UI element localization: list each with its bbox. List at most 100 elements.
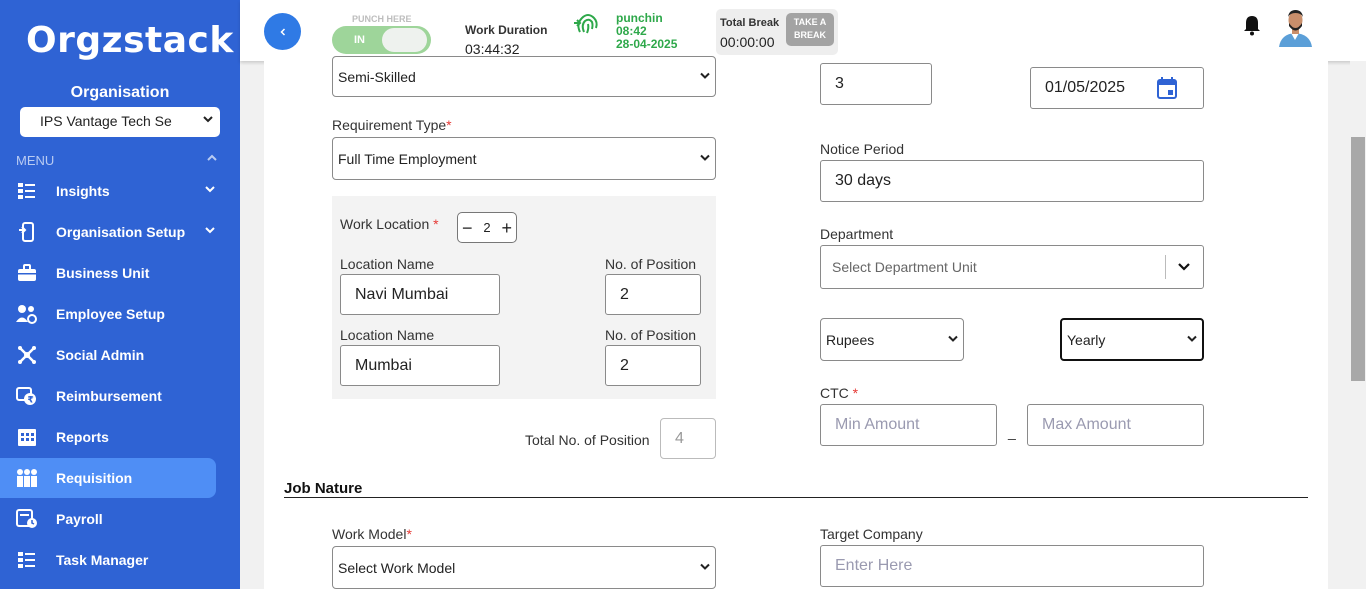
social-admin-icon (16, 344, 38, 366)
positions-input[interactable]: 2 (605, 345, 701, 386)
department-select[interactable]: Select Department Unit (820, 245, 1204, 289)
required-marker: * (852, 385, 859, 401)
positions-label: No. of Position (605, 327, 697, 343)
department-label: Department (820, 226, 894, 242)
brand-logo[interactable]: Orgzstack (26, 20, 234, 61)
sidebar-item-label: Reports (56, 429, 109, 445)
requirement-type-select[interactable]: Full Time Employment (332, 137, 716, 180)
total-break-value: 00:00:00 (720, 34, 775, 50)
take-break-line2: BREAK (793, 30, 826, 40)
punch-info: punchin 08:42 28-04-2025 (616, 12, 677, 51)
currency-select[interactable]: Rupees (820, 318, 964, 361)
chevron-down-icon (1187, 333, 1197, 346)
label-text: CTC (820, 385, 849, 401)
period-value: Yearly (1067, 331, 1106, 348)
fingerprint-icon (574, 12, 602, 41)
notice-period-input[interactable]: 30 days (820, 160, 1204, 202)
required-marker: * (446, 117, 452, 133)
section-divider (284, 497, 1308, 498)
work-location-stepper[interactable]: − 2 + (457, 212, 517, 243)
sidebar-item-employee-setup[interactable]: Employee Setup (0, 294, 216, 334)
experience-input[interactable]: 3 (820, 63, 932, 105)
sidebar-item-label: Reimbursement (56, 388, 162, 404)
work-model-value: Select Work Model (338, 559, 456, 576)
currency-value: Rupees (826, 331, 875, 348)
chevron-down-icon (700, 70, 710, 83)
location-name-input[interactable]: Mumbai (340, 345, 500, 386)
sidebar-item-task-manager[interactable]: Task Manager (0, 540, 216, 580)
employee-setup-icon (16, 303, 38, 325)
work-duration-label: Work Duration (465, 23, 548, 37)
work-model-label: Work Model* (332, 526, 412, 542)
chevron-down-icon (1177, 260, 1191, 277)
required-marker: * (406, 526, 412, 542)
department-placeholder: Select Department Unit (832, 259, 977, 275)
job-nature-title: Job Nature (284, 480, 363, 497)
sidebar-item-organisation-setup[interactable]: Organisation Setup (0, 212, 216, 252)
chevron-down-icon (202, 113, 214, 128)
requirement-type-value: Full Time Employment (338, 150, 477, 167)
location-name-label: Location Name (340, 327, 435, 343)
target-company-label: Target Company (820, 526, 923, 542)
ctc-min-input[interactable]: Min Amount (820, 404, 997, 446)
sidebar-item-label: Requisition (56, 470, 133, 486)
label-text: Work Model (332, 526, 407, 542)
positions-input[interactable]: 2 (605, 274, 701, 315)
sidebar-item-label: Payroll (56, 511, 103, 527)
chevron-down-icon (204, 224, 216, 239)
svg-text:₹: ₹ (28, 396, 34, 406)
punch-toggle[interactable]: IN (332, 26, 431, 54)
sidebar-item-label: Social Admin (56, 347, 145, 363)
menu-label: MENU (16, 153, 55, 168)
chevron-up-icon[interactable] (206, 152, 218, 167)
period-select[interactable]: Yearly (1060, 318, 1204, 361)
notice-period-label: Notice Period (820, 141, 905, 157)
sidebar-item-social-admin[interactable]: Social Admin (0, 335, 216, 375)
sidebar-item-payroll[interactable]: Payroll (0, 499, 216, 539)
organisation-select-value: IPS Vantage Tech Se (40, 113, 172, 129)
organisation-select[interactable]: IPS Vantage Tech Se (20, 107, 220, 137)
take-break-button[interactable]: TAKE A BREAK (786, 13, 834, 46)
punch-here-label: PUNCH HERE (352, 14, 412, 24)
location-name-input[interactable]: Navi Mumbai (340, 274, 500, 315)
sidebar-item-requisition[interactable]: Requisition (0, 458, 216, 498)
briefcase-icon (16, 262, 38, 284)
take-break-line1: TAKE A (793, 17, 827, 27)
sidebar-item-label: Business Unit (56, 265, 150, 281)
payroll-icon (16, 508, 38, 530)
scrollbar-thumb[interactable] (1351, 137, 1365, 381)
punch-date: 28-04-2025 (616, 37, 678, 51)
total-positions-input: 4 (660, 418, 716, 459)
range-separator: _ (1008, 424, 1016, 440)
sidebar-item-business-unit[interactable]: Business Unit (0, 253, 216, 293)
select-separator (1165, 255, 1166, 279)
task-manager-icon (16, 549, 38, 571)
bell-icon[interactable] (1243, 14, 1261, 41)
minus-icon[interactable]: − (462, 219, 473, 237)
top-header: PUNCH HERE IN Work Duration 03:44:32 pun… (240, 0, 1366, 61)
ctc-max-input[interactable]: Max Amount (1027, 404, 1204, 446)
total-break-box: Total Break 00:00:00 TAKE A BREAK (716, 9, 838, 55)
skill-level-select[interactable]: Semi-Skilled (332, 56, 716, 97)
calendar-icon[interactable] (1157, 77, 1177, 104)
work-model-select[interactable]: Select Work Model (332, 546, 716, 589)
required-marker: * (433, 216, 439, 232)
toggle-knob (382, 28, 427, 52)
insights-icon (16, 180, 38, 202)
sidebar-item-reports[interactable]: Reports (0, 417, 216, 457)
avatar[interactable] (1277, 7, 1314, 47)
back-button[interactable] (264, 13, 301, 50)
skill-level-value: Semi-Skilled (338, 68, 416, 85)
punch-toggle-label: IN (354, 34, 365, 46)
sidebar-item-label: Insights (56, 183, 110, 199)
target-company-input[interactable]: Enter Here (820, 545, 1204, 587)
chevron-down-icon (204, 183, 216, 198)
chevron-down-icon (948, 333, 958, 346)
sidebar-item-label: Task Manager (56, 552, 149, 568)
date-input[interactable]: 01/05/2025 (1030, 67, 1204, 109)
sidebar-item-insights[interactable]: Insights (0, 171, 216, 211)
sidebar-item-label: Organisation Setup (56, 224, 186, 240)
plus-icon[interactable]: + (501, 219, 512, 237)
sidebar-item-reimbursement[interactable]: ₹ Reimbursement (0, 376, 216, 416)
organisation-label: Organisation (70, 84, 170, 101)
